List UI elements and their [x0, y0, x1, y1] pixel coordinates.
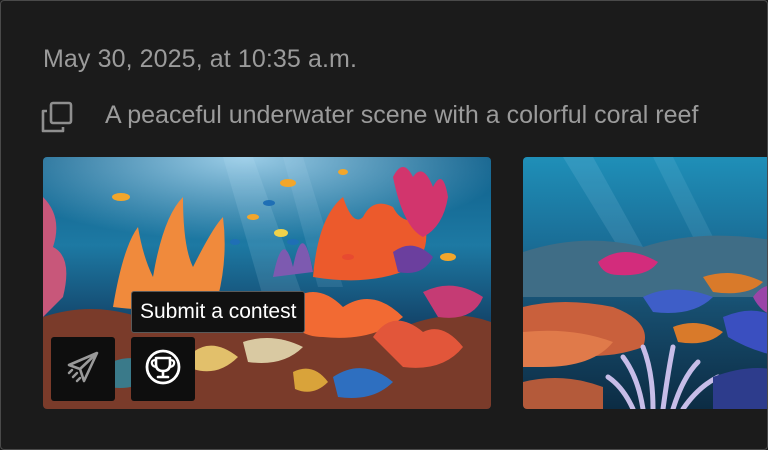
- copy-icon[interactable]: [39, 99, 75, 135]
- timestamp: May 30, 2025, at 10:35 a.m.: [43, 45, 358, 73]
- coral-reef-image-2[interactable]: [523, 157, 767, 409]
- trophy-icon: [143, 347, 183, 392]
- paper-plane-icon: [63, 347, 103, 392]
- submit-contest-button[interactable]: [131, 337, 195, 401]
- prompt-text: A peaceful underwater scene with a color…: [105, 101, 699, 129]
- share-button[interactable]: [51, 337, 115, 401]
- prompt-row: A peaceful underwater scene with a color…: [39, 97, 767, 137]
- generation-card: May 30, 2025, at 10:35 a.m. A peaceful u…: [0, 0, 768, 450]
- contest-tooltip: Submit a contest: [131, 291, 306, 333]
